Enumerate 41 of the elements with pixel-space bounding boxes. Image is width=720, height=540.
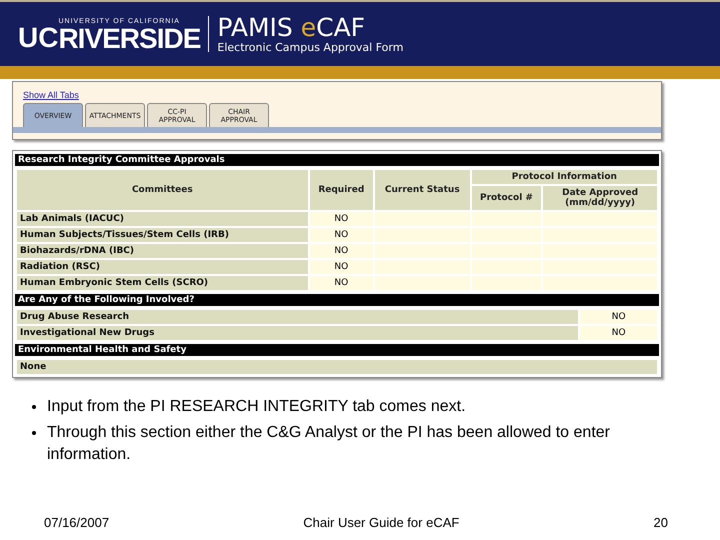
column-header: Protocol #	[472, 186, 542, 210]
table-cell	[472, 260, 542, 274]
bullet-text: Through this section either the C&G Analyst or the PI has been allowed to enter information.	[47, 423, 611, 465]
table-cell: NO	[310, 244, 373, 258]
table-cell: None	[17, 360, 657, 374]
column-header: Committees	[17, 170, 308, 210]
section-header: Environmental Health and Safety	[15, 344, 659, 356]
footer-title: Chair User Guide for eCAF	[303, 515, 460, 530]
table-cell	[472, 228, 542, 242]
logo-uc: UC	[18, 24, 58, 52]
table-cell: Human Subjects/Tissues/Stem Cells (IRB)	[17, 228, 308, 242]
table-cell: Human Embryonic Stem Cells (SCRO)	[17, 276, 308, 290]
table-cell: NO	[310, 228, 373, 242]
column-header: Date Approved (mm/dd/yyyy)	[543, 186, 657, 210]
table-cell	[472, 276, 542, 290]
app-subtitle: Electronic Campus Approval Form	[217, 40, 404, 54]
section-header: Research Integrity Committee Approvals	[15, 154, 659, 166]
show-all-tabs-link[interactable]: Show All Tabs	[23, 90, 651, 100]
table-cell: NO	[580, 310, 657, 324]
table-cell: NO	[310, 212, 373, 226]
table-cell: Investigational New Drugs	[17, 326, 578, 340]
table-cell: Radiation (RSC)	[17, 260, 308, 274]
table-cell	[472, 212, 542, 226]
page-number: 20	[654, 515, 668, 530]
footer-date: 07/16/2007	[44, 515, 110, 530]
table-cell: NO	[310, 260, 373, 274]
bullet-icon	[32, 405, 36, 409]
table-cell: NO	[580, 326, 657, 340]
bullet-icon	[32, 431, 36, 435]
column-header: Protocol Information	[472, 170, 657, 184]
bullet-text: Input from the PI RESEARCH INTEGRITY tab comes next.	[47, 397, 466, 417]
table-cell: NO	[310, 276, 373, 290]
logo-wordmark: RIVERSIDE	[58, 26, 200, 52]
section-header: Are Any of the Following Involved?	[15, 294, 659, 306]
app-name: PAMIS eCAF	[217, 14, 366, 40]
table-cell	[472, 244, 542, 258]
table-cell: Lab Animals (IACUC)	[17, 212, 308, 226]
table-cell: Biohazards/rDNA (IBC)	[17, 244, 308, 258]
column-header: Required	[310, 170, 373, 210]
table-cell: Drug Abuse Research	[17, 310, 578, 324]
column-header: Current Status	[374, 170, 470, 210]
